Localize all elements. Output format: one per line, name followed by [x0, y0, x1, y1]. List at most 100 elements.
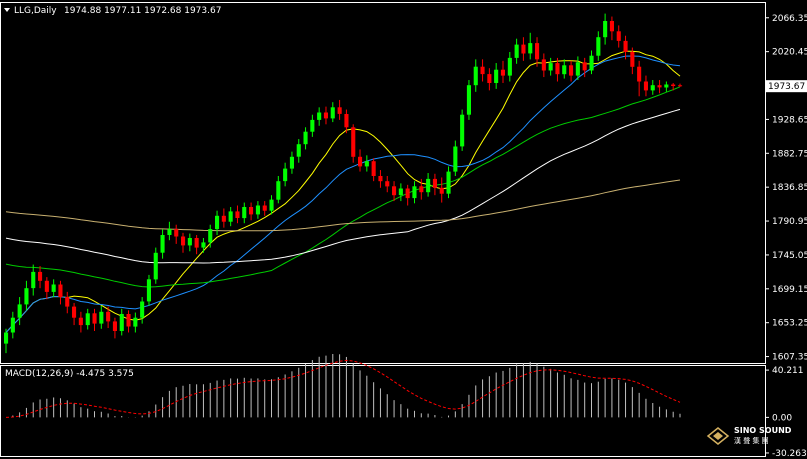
candle-body	[106, 311, 111, 322]
candle	[494, 63, 499, 89]
candle-body	[630, 52, 635, 67]
macd-tick-label: 0.00	[772, 413, 792, 423]
candle-body	[466, 85, 471, 115]
candle	[439, 177, 444, 203]
candle	[535, 37, 540, 67]
candle-body	[167, 229, 172, 235]
candle-body	[72, 306, 77, 318]
candle-body	[208, 229, 213, 243]
candle-body	[160, 235, 165, 253]
candle-body	[317, 112, 322, 120]
candle	[51, 279, 56, 298]
candle	[603, 13, 608, 45]
candle-body	[65, 297, 70, 307]
ohlc-readout: 1974.88 1977.11 1972.68 1973.67	[64, 6, 221, 16]
candle	[283, 162, 288, 187]
candle-body	[269, 199, 274, 211]
candle-body	[31, 271, 36, 289]
candle	[99, 305, 104, 329]
candle-body	[323, 112, 328, 119]
candle	[541, 53, 546, 78]
candle-body	[555, 63, 560, 75]
candle	[392, 181, 397, 202]
price-tick-label: 2066.35	[772, 14, 807, 24]
price-tick-label: 1928.65	[772, 115, 807, 125]
candle	[473, 59, 478, 92]
candle	[317, 107, 322, 126]
candle-body	[235, 211, 240, 218]
candle	[432, 173, 437, 196]
candle-body	[10, 317, 15, 333]
candle	[65, 291, 70, 314]
candle	[58, 280, 63, 305]
price-axis[interactable]: 2066.352020.451974.551928.651882.751836.…	[765, 14, 807, 363]
candle-body	[92, 313, 97, 324]
candle-body	[405, 188, 410, 199]
candle	[201, 237, 206, 253]
candle-body	[249, 207, 254, 215]
candle	[562, 59, 567, 79]
dropdown-triangle-icon[interactable]	[4, 8, 10, 12]
candle	[133, 312, 138, 333]
price-tick-label: 1607.35	[772, 353, 807, 363]
candle-body	[289, 156, 294, 169]
candle	[310, 114, 315, 137]
candle	[4, 328, 9, 354]
candle	[528, 32, 533, 60]
candle-body	[569, 65, 574, 76]
ma-40-line	[5, 86, 681, 288]
candle-body	[637, 66, 642, 82]
chart-window[interactable]: LLG,Daily 1974.88 1977.11 1972.68 1973.6…	[0, 0, 807, 459]
candle	[589, 50, 594, 75]
candle-body	[221, 215, 226, 222]
candle-body	[371, 161, 376, 176]
candle	[174, 224, 179, 244]
candle-body	[303, 131, 308, 145]
candle	[487, 68, 492, 91]
candle-body	[514, 44, 519, 58]
candle-body	[494, 69, 499, 83]
ma-20-line	[5, 55, 681, 333]
candle	[24, 280, 29, 311]
candle	[160, 229, 165, 259]
candle-body	[562, 65, 567, 75]
candle-body	[51, 284, 56, 292]
candle	[460, 109, 465, 151]
diamond-logo-inner-icon	[713, 432, 723, 440]
candle	[569, 60, 574, 82]
price-tick-label: 1836.85	[772, 183, 807, 193]
candle-body	[296, 144, 301, 157]
candle	[398, 183, 403, 202]
candle	[412, 181, 417, 204]
candle	[364, 155, 369, 172]
candle-body	[330, 107, 335, 119]
candle-body	[364, 161, 369, 167]
candle	[446, 166, 451, 199]
candle	[664, 81, 669, 92]
candle	[426, 173, 431, 197]
candle-body	[140, 301, 145, 318]
candle-body	[194, 238, 199, 248]
candle-body	[187, 238, 192, 246]
candle	[405, 184, 410, 206]
candle-body	[432, 178, 437, 188]
candle-body	[4, 332, 9, 344]
candle	[255, 201, 260, 219]
candle-body	[146, 279, 151, 302]
macd-axis[interactable]: 40.211 0.00 -30.263	[765, 366, 807, 459]
candle	[609, 16, 614, 41]
candle	[507, 51, 512, 82]
candle-body	[99, 311, 104, 324]
candle-body	[487, 74, 492, 83]
candle	[480, 59, 485, 82]
candle	[657, 80, 662, 94]
candle	[371, 158, 376, 182]
candle-body	[174, 229, 179, 237]
candle-body	[24, 288, 29, 305]
chart-canvas[interactable]: LLG,Daily 1974.88 1977.11 1972.68 1973.6…	[0, 0, 807, 459]
candle	[208, 224, 213, 248]
candle-body	[201, 242, 206, 248]
candle-body	[446, 171, 451, 194]
candle	[167, 221, 172, 241]
candle	[678, 83, 683, 87]
